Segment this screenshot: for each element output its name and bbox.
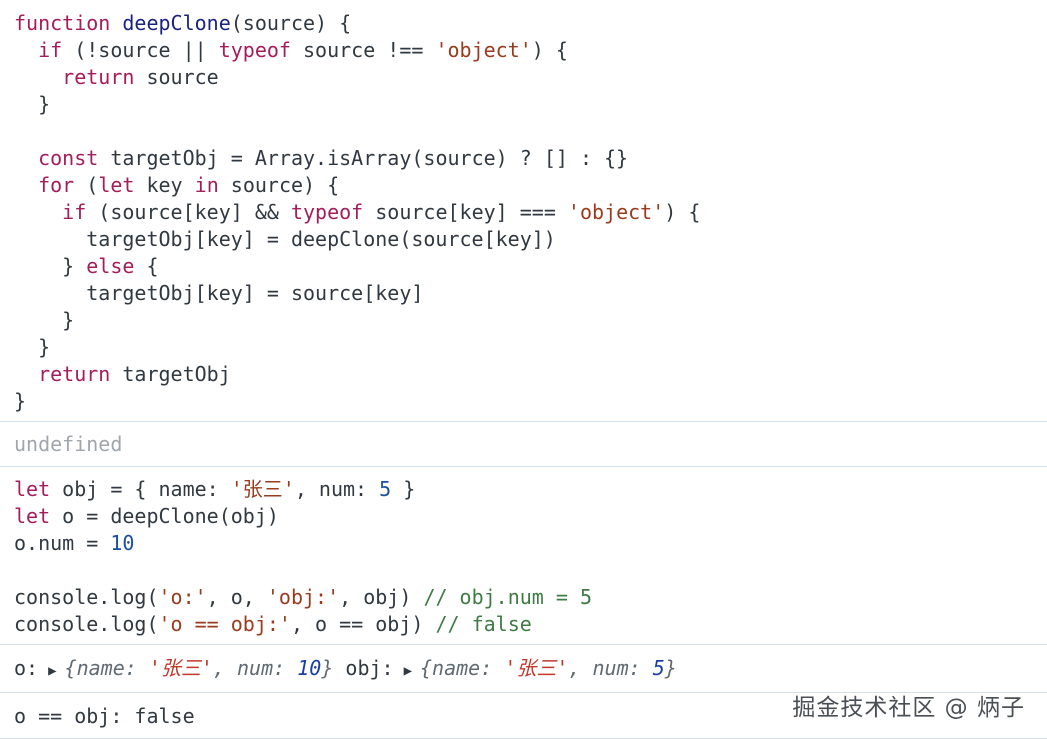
code-block: let obj = { name: '张三', num: 5 } let o =…	[0, 476, 1047, 638]
object-preview[interactable]: {name: '张三', num: 5}	[420, 656, 677, 680]
code-line: return targetObj	[14, 362, 231, 386]
code-line: let obj = { name: '张三', num: 5 }	[14, 477, 416, 501]
console-log-entry: o: ▶ {name: '张三', num: 10} obj: ▶ {name: '张三…	[0, 645, 1047, 693]
code-line: } else {	[14, 254, 159, 278]
code-line: }	[14, 335, 51, 359]
code-line: console.log('o:', o, 'obj:', obj) // obj…	[14, 585, 593, 609]
object-preview[interactable]: {name: '张三', num: 10}	[65, 656, 334, 680]
watermark: 掘金技术社区 @ 炳子	[792, 695, 1025, 721]
code-line: if (source[key] && typeof source[key] ==…	[14, 200, 701, 224]
chevron-left-icon: ‹	[0, 437, 6, 450]
code-line: }	[14, 92, 51, 116]
code-line: console.log('o == obj:', o == obj) // fa…	[14, 612, 532, 636]
code-block: function deepClone(source) { if (!source…	[0, 10, 1047, 415]
expand-triangle-icon[interactable]: ▶	[404, 658, 412, 685]
code-line: targetObj[key] = deepClone(source[key])	[14, 227, 556, 251]
code-line: return source	[14, 65, 219, 89]
code-line: for (let key in source) {	[14, 173, 340, 197]
chevron-right-icon: ›	[0, 482, 6, 495]
devtools-console: › function deepClone(source) { if (!sour…	[0, 0, 1047, 739]
log-label: obj:	[345, 656, 394, 680]
expand-triangle-icon[interactable]: ▶	[48, 658, 56, 685]
code-line: }	[14, 308, 75, 332]
code-line: if (!source || typeof source !== 'object…	[14, 38, 568, 62]
code-line: let o = deepClone(obj)	[14, 504, 279, 528]
chevron-right-icon: ›	[0, 16, 6, 29]
log-message: o: ▶ {name: '张三', num: 10} obj: ▶ {name: '张三…	[0, 655, 1047, 685]
code-line: o.num = 10	[14, 531, 135, 555]
code-line: }	[14, 389, 27, 413]
console-input-entry[interactable]: › function deepClone(source) { if (!sour…	[0, 0, 1047, 422]
code-line: function deepClone(source) {	[14, 11, 352, 35]
code-line: targetObj[key] = source[key]	[14, 281, 424, 305]
console-result-entry: ‹ undefined	[0, 422, 1047, 467]
result-value: undefined	[14, 432, 123, 456]
console-input-entry[interactable]: › let obj = { name: '张三', num: 5 } let o…	[0, 467, 1047, 645]
code-line: const targetObj = Array.isArray(source) …	[14, 146, 629, 170]
log-label: o:	[14, 656, 39, 680]
